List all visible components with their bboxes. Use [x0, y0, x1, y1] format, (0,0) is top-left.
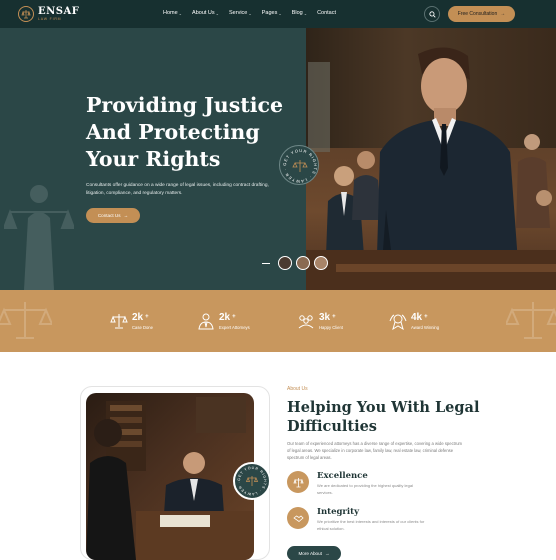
hero-section: Providing Justice And Protecting Your Ri…	[0, 28, 556, 290]
clients-icon	[298, 315, 314, 329]
stat-expert-attorneys: 2k + Expert Attorneys	[197, 312, 250, 330]
chevron-down-icon: ⌄	[248, 10, 252, 16]
stats-bar: 2k + Case Done 2k + Expert Attorneys 3k + H…	[0, 290, 556, 352]
slider-thumb-2[interactable]	[296, 256, 310, 270]
chevron-down-icon: ⌄	[278, 10, 282, 16]
slider-thumb-1[interactable]	[278, 256, 292, 270]
award-icon	[389, 314, 407, 330]
scales-watermark-icon	[0, 302, 52, 339]
stat-award-winning: 4k + Award Winning	[389, 312, 439, 330]
feature-integrity: Integrity We prioritize the best interes…	[287, 507, 427, 532]
rotating-rights-badge: GET YOUR RIGHTS · LAWYER ·	[279, 145, 319, 185]
stat-case-done: 2k + Case Done	[110, 312, 153, 330]
arrow-right-icon: →	[123, 213, 129, 218]
section-tag: About Us	[287, 386, 308, 392]
scales-icon	[287, 471, 309, 493]
hero-title: Providing Justice And Protecting Your Ri…	[86, 93, 284, 171]
slider-thumb-3[interactable]	[314, 256, 328, 270]
about-description: Our team of experienced attorneys has a …	[287, 441, 463, 460]
slider-indicator[interactable]	[262, 262, 270, 264]
about-title: Helping You With Legal Difficulties	[287, 399, 480, 435]
menu-item-service[interactable]: Service ⌄	[229, 10, 252, 16]
menu-item-blog[interactable]: Blog ⌄	[292, 10, 307, 16]
chevron-down-icon: ⌄	[303, 10, 308, 16]
menu-item-home[interactable]: Home ⌄	[163, 10, 182, 16]
chevron-down-icon: ⌄	[215, 10, 220, 16]
handshake-icon	[287, 507, 309, 529]
menu-item-contact[interactable]: Contact	[317, 10, 336, 16]
lady-justice-watermark-icon	[4, 185, 74, 290]
arrow-right-icon: →	[500, 11, 506, 17]
feature-excellence: Excellence We are dedicated to providing…	[287, 471, 427, 496]
main-menu: Home ⌄ About Us ⌄ Service ⌄ Pages ⌄ Blog ⌄ Co…	[163, 10, 346, 16]
brand-name: ENSAF	[38, 5, 80, 17]
search-icon	[428, 10, 436, 18]
menu-item-pages[interactable]: Pages ⌄	[262, 10, 282, 16]
attorney-icon	[198, 313, 214, 330]
chevron-down-icon: ⌄	[178, 10, 183, 16]
menu-item-about-us[interactable]: About Us ⌄	[192, 10, 219, 16]
brand-tagline: LAW FIRM	[38, 16, 62, 21]
hero-description: Consultants offer guidance on a wide ran…	[86, 183, 269, 196]
contact-us-button[interactable]: Contact Us →	[86, 208, 140, 223]
top-navbar: ENSAF LAW FIRM Home ⌄ About Us ⌄ Service ⌄ …	[0, 0, 556, 28]
stat-happy-client: 3k + Happy Client	[297, 312, 343, 330]
search-button[interactable]	[424, 6, 440, 22]
scales-watermark-icon	[506, 302, 556, 339]
scales-logo-icon	[18, 6, 34, 22]
more-about-button[interactable]: More About →	[287, 546, 341, 560]
brand-logo[interactable]: ENSAF LAW FIRM	[18, 6, 79, 22]
about-rights-badge: GET YOUR RIGHTS · LAWYER ·	[233, 462, 271, 500]
hero-lawyer-photo	[306, 28, 556, 290]
arrow-right-icon: →	[324, 551, 330, 556]
about-lawyer-photo	[86, 393, 254, 560]
hero-slider-controls	[262, 256, 328, 270]
justice-icon	[110, 314, 128, 329]
free-consultation-button[interactable]: Free Consultation →	[448, 6, 515, 22]
